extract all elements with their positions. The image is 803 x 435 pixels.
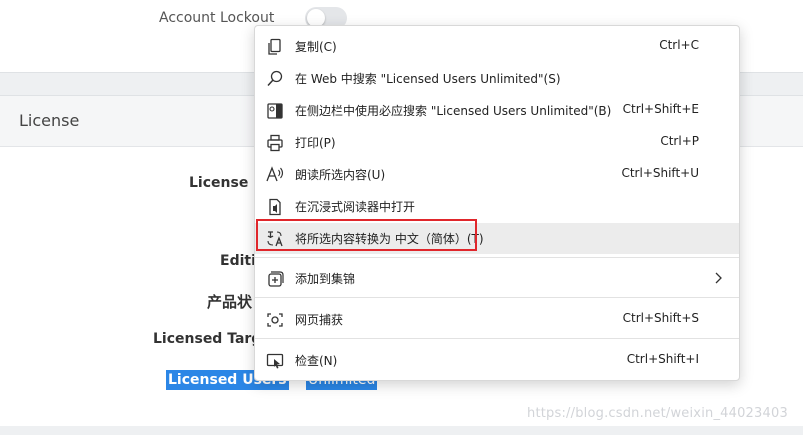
chevron-right-icon — [713, 269, 723, 287]
menu-item-inspect[interactable]: 检查(N) Ctrl+Shift+I — [255, 345, 739, 376]
menu-item-shortcut: Ctrl+C — [659, 38, 699, 52]
search-icon — [265, 69, 285, 89]
license-key-label: License K — [189, 175, 265, 191]
menu-item-web-search[interactable]: 在 Web 中搜索 "Licensed Users Unlimited"(S) — [255, 63, 739, 94]
immersive-reader-icon — [265, 197, 285, 217]
menu-item-shortcut: Ctrl+Shift+S — [622, 311, 699, 325]
inspect-icon — [265, 351, 285, 371]
copy-icon — [265, 37, 285, 57]
edition-label: Editi — [220, 253, 256, 269]
menu-item-add-to-collections[interactable]: 添加到集锦 — [255, 263, 739, 294]
menu-item-label: 检查(N) — [295, 354, 338, 368]
highlight-box — [256, 219, 477, 251]
menu-item-read-aloud[interactable]: 朗读所选内容(U) Ctrl+Shift+U — [255, 159, 739, 190]
menu-item-shortcut: Ctrl+Shift+I — [626, 352, 699, 366]
menu-item-label: 添加到集锦 — [295, 272, 356, 286]
watermark: https://blog.csdn.net/weixin_44023403 — [527, 406, 788, 421]
menu-item-label: 在沉浸式阅读器中打开 — [295, 200, 416, 214]
menu-item-copy[interactable]: 复制(C) Ctrl+C — [255, 31, 739, 62]
menu-separator — [255, 297, 739, 298]
menu-item-label: 朗读所选内容(U) — [295, 168, 386, 182]
print-icon — [265, 133, 285, 153]
menu-item-shortcut: Ctrl+Shift+U — [621, 166, 699, 180]
menu-item-label: 在侧边栏中使用必应搜索 "Licensed Users Unlimited"(B… — [295, 104, 612, 118]
menu-item-label: 复制(C) — [295, 40, 337, 54]
context-menu: 复制(C) Ctrl+C 在 Web 中搜索 "Licensed Users U… — [254, 25, 740, 381]
license-title: License — [19, 111, 80, 130]
menu-item-shortcut: Ctrl+P — [660, 134, 699, 148]
menu-separator — [255, 338, 739, 339]
sidebar-search-icon — [265, 101, 285, 121]
menu-item-immersive-reader[interactable]: 在沉浸式阅读器中打开 — [255, 191, 739, 222]
menu-item-label: 在 Web 中搜索 "Licensed Users Unlimited"(S) — [295, 72, 561, 86]
menu-item-shortcut: Ctrl+Shift+E — [622, 102, 699, 116]
account-lockout-label: Account Lockout — [159, 10, 275, 26]
menu-separator — [255, 257, 739, 258]
collections-icon — [265, 269, 285, 289]
menu-item-print[interactable]: 打印(P) Ctrl+P — [255, 127, 739, 158]
menu-item-sidebar-search[interactable]: 在侧边栏中使用必应搜索 "Licensed Users Unlimited"(B… — [255, 95, 739, 126]
product-status-label: 产品状 — [207, 293, 253, 311]
menu-item-label: 打印(P) — [295, 136, 336, 150]
menu-item-label: 网页捕获 — [295, 313, 344, 327]
web-capture-icon — [265, 310, 285, 330]
menu-item-web-capture[interactable]: 网页捕获 Ctrl+Shift+S — [255, 304, 739, 335]
read-aloud-icon — [265, 165, 285, 185]
